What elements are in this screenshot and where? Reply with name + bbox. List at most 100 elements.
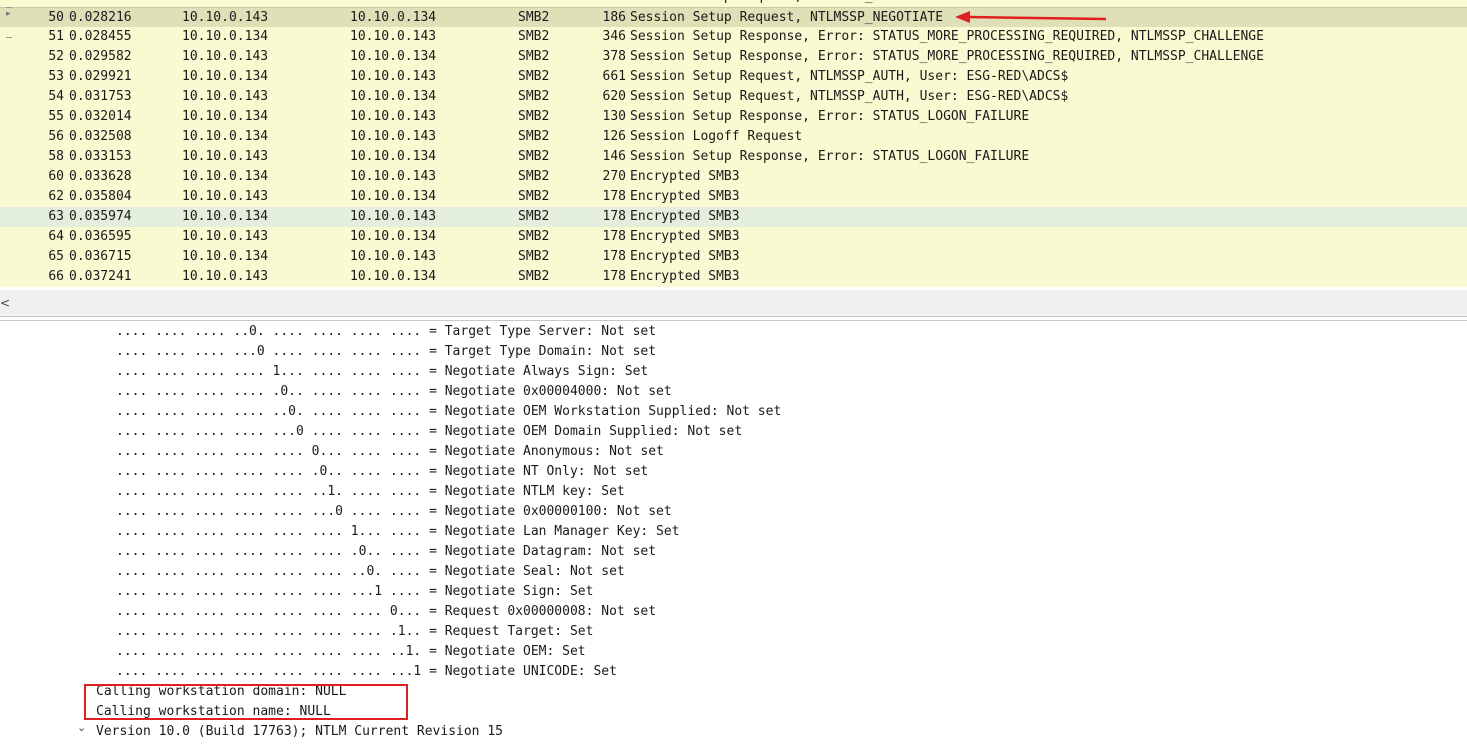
packet-length-cell: 126 <box>602 129 626 144</box>
packet-source-cell: 10.10.0.134 <box>182 209 269 224</box>
packet-row[interactable]: 49 0.027105 10.10.0.134 10.10.0.143 SMB2 220 S… <box>0 0 1467 7</box>
flag-row[interactable]: .... .... .... .... .... .... .... ..1. … <box>116 642 586 662</box>
flag-row[interactable]: .... .... .... ..0. .... .... .... .... … <box>116 322 656 342</box>
packet-time-cell: 0.033153 <box>69 149 132 164</box>
flag-row[interactable]: .... .... .... ...0 .... .... .... .... … <box>116 342 656 362</box>
packet-row[interactable]: 63 0.035974 10.10.0.134 10.10.0.143 SMB2 178 E… <box>0 207 1467 227</box>
flag-row[interactable]: .... .... .... .... ...0 .... .... .... … <box>116 422 742 442</box>
scroll-left-arrow-icon[interactable]: < <box>0 296 10 310</box>
flag-bits: .... .... .... .... 1... .... .... .... <box>116 364 422 379</box>
packet-length-cell: 620 <box>602 89 626 104</box>
packet-source-cell: 10.10.0.143 <box>182 149 269 164</box>
packet-row[interactable]: 62 0.035804 10.10.0.143 10.10.0.134 SMB2 178 E… <box>0 187 1467 207</box>
packet-protocol-cell: SMB2 <box>518 209 550 224</box>
horizontal-scrollbar[interactable]: < <box>0 290 1467 316</box>
flag-row[interactable]: .... .... .... .... .... .... ..0. .... … <box>116 562 625 582</box>
flag-row[interactable]: .... .... .... .... .... .... .... 0... … <box>116 602 656 622</box>
flag-row[interactable]: .... .... .... .... .... .... .0.. .... … <box>116 542 656 562</box>
packet-info-cell: Session Setup Response, Error: STATUS_MO… <box>630 29 1264 44</box>
packet-protocol-cell: SMB2 <box>518 109 550 124</box>
packet-destination-cell: 10.10.0.143 <box>350 209 437 224</box>
packet-row[interactable]: 60 0.033628 10.10.0.134 10.10.0.143 SMB2 270 E… <box>0 167 1467 187</box>
flag-row[interactable]: .... .... .... .... ..0. .... .... .... … <box>116 402 781 422</box>
packet-length-cell: 220 <box>590 0 626 7</box>
flag-bits: .... .... .... .... .... .... .... .1.. <box>116 624 422 639</box>
flag-description: Negotiate Seal: Not set <box>444 564 625 579</box>
flag-description: Negotiate Lan Manager Key: Set <box>444 524 680 539</box>
packet-source-cell: 10.10.0.143 <box>182 189 269 204</box>
flag-row[interactable]: .... .... .... .... .... ..1. .... .... … <box>116 482 625 502</box>
flag-row[interactable]: .... .... .... .... 1... .... .... .... … <box>116 362 648 382</box>
packet-protocol-cell: SMB2 <box>518 29 550 44</box>
flag-row[interactable]: .... .... .... .... .... .... .... ...1 … <box>116 662 617 682</box>
packet-info-cell: Encrypted SMB3 <box>630 229 740 244</box>
flag-bits: .... .... .... .... .... .... ..0. .... <box>116 564 422 579</box>
packet-protocol-cell: SMB2 <box>518 169 550 184</box>
flag-row[interactable]: .... .... .... .... .... ...0 .... .... … <box>116 502 672 522</box>
packet-destination-cell: 10.10.0.134 <box>350 89 437 104</box>
packet-time-cell: 0.035804 <box>69 189 132 204</box>
packet-time-cell: 0.029921 <box>69 69 132 84</box>
packet-row[interactable]: 53 0.029921 10.10.0.134 10.10.0.143 SMB2 661 S… <box>0 67 1467 87</box>
packet-source-cell: 10.10.0.134 <box>182 0 268 7</box>
packet-length-cell: 178 <box>602 209 626 224</box>
flag-description: Negotiate Datagram: Not set <box>444 544 657 559</box>
version-node[interactable]: Version 10.0 (Build 17763); NTLM Current… <box>96 722 503 742</box>
packet-row[interactable]: 52 0.029582 10.10.0.143 10.10.0.134 SMB2 378 S… <box>0 47 1467 67</box>
packet-time-cell: 0.036595 <box>69 229 132 244</box>
packet-row[interactable]: 65 0.036715 10.10.0.134 10.10.0.143 SMB2 178 E… <box>0 247 1467 267</box>
packet-destination-cell: 10.10.0.134 <box>350 229 437 244</box>
packet-time-cell: 0.037241 <box>69 269 132 284</box>
packet-protocol-cell: SMB2 <box>518 89 550 104</box>
flag-row[interactable]: .... .... .... .... .... .... .... .1.. … <box>116 622 593 642</box>
packet-destination-cell: 10.10.0.134 <box>350 49 437 64</box>
packet-time-cell: 0.029582 <box>69 49 132 64</box>
packet-row[interactable]: 64 0.036595 10.10.0.143 10.10.0.134 SMB2 178 E… <box>0 227 1467 247</box>
packet-source-cell: 10.10.0.134 <box>182 69 269 84</box>
flag-row[interactable]: .... .... .... .... .... 0... .... .... … <box>116 442 664 462</box>
flag-description: Negotiate OEM Workstation Supplied: Not … <box>444 404 782 419</box>
packet-destination-cell: 10.10.0.134 <box>350 149 437 164</box>
packet-info-cell: Session Setup Response, Error: STATUS_LO… <box>630 109 1030 124</box>
packet-length-cell: 178 <box>602 249 626 264</box>
packet-number-cell: 63 <box>48 209 64 224</box>
flag-bits: .... .... .... .... .0.. .... .... .... <box>116 384 422 399</box>
flag-bits: .... .... .... .... ..0. .... .... .... <box>116 404 422 419</box>
packet-row[interactable]: 50 0.028216 10.10.0.143 10.10.0.134 SMB2 186 S… <box>0 7 1467 28</box>
packet-time-cell: 0.031753 <box>69 89 132 104</box>
packet-time-cell: 0.035974 <box>69 209 132 224</box>
packet-destination-cell: 10.10.0.143 <box>350 249 437 264</box>
packet-row[interactable]: 51 0.028455 10.10.0.134 10.10.0.143 SMB2 346 S… <box>0 27 1467 47</box>
packet-time-cell: 0.032508 <box>69 129 132 144</box>
flag-description: Request Target: Set <box>444 624 594 639</box>
annotation-highlight-box <box>84 684 408 720</box>
chevron-down-icon[interactable]: ⌄ <box>77 718 91 738</box>
packet-row[interactable]: 55 0.032014 10.10.0.134 10.10.0.143 SMB2 130 S… <box>0 107 1467 127</box>
packet-length-cell: 661 <box>602 69 626 84</box>
packet-row[interactable]: 66 0.037241 10.10.0.143 10.10.0.134 SMB2 178 E… <box>0 267 1467 287</box>
packet-protocol-cell: SMB2 <box>518 229 550 244</box>
packet-source-cell: 10.10.0.143 <box>182 229 269 244</box>
packet-info-cell: Encrypted SMB3 <box>630 249 740 264</box>
flag-row[interactable]: .... .... .... .... .0.. .... .... .... … <box>116 382 672 402</box>
packet-row[interactable]: 54 0.031753 10.10.0.143 10.10.0.134 SMB2 620 S… <box>0 87 1467 107</box>
packet-info-cell: Encrypted SMB3 <box>630 209 740 224</box>
packet-info-cell: Encrypted SMB3 <box>630 189 740 204</box>
flag-description: Negotiate Anonymous: Not set <box>444 444 664 459</box>
flag-row[interactable]: .... .... .... .... .... .... ...1 .... … <box>116 582 593 602</box>
packet-row[interactable]: 58 0.033153 10.10.0.143 10.10.0.134 SMB2 146 S… <box>0 147 1467 167</box>
flag-description: Negotiate NTLM key: Set <box>444 484 625 499</box>
packet-destination-cell: 10.10.0.143 <box>350 109 437 124</box>
packet-list[interactable]: 49 0.027105 10.10.0.134 10.10.0.143 SMB2 220 S… <box>0 0 1467 290</box>
packet-protocol-cell: SMB2 <box>518 0 549 7</box>
flag-row[interactable]: .... .... .... .... .... .... 1... .... … <box>116 522 680 542</box>
flag-description: Negotiate Sign: Set <box>444 584 594 599</box>
packet-info-cell: Session Setup Response, Error: STATUS_LO… <box>630 149 1030 164</box>
packet-length-cell: 346 <box>602 29 626 44</box>
packet-source-cell: 10.10.0.134 <box>182 169 269 184</box>
pane-splitter[interactable] <box>0 316 1467 321</box>
packet-info-cell: Session Setup Request, NTLMSSP_NEGOTIATE <box>630 10 944 25</box>
packet-row[interactable]: 56 0.032508 10.10.0.134 10.10.0.143 SMB2 126 S… <box>0 127 1467 147</box>
packet-destination-cell: 10.10.0.143 <box>350 169 437 184</box>
flag-row[interactable]: .... .... .... .... .... .0.. .... .... … <box>116 462 648 482</box>
